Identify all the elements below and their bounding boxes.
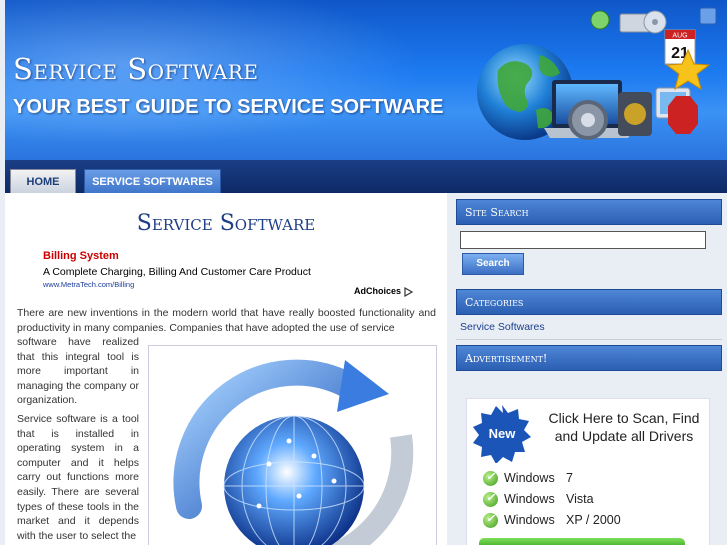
windows-row: WindowsXP / 2000 [483, 512, 621, 531]
ad-headline: Click Here to Scan, Find and Update all … [548, 410, 700, 444]
article-paragraph: Service software is a tool that is insta… [17, 413, 139, 542]
ad-title-link[interactable]: Billing System [43, 250, 119, 262]
windows-row: WindowsVista [483, 491, 594, 510]
check-icon [483, 512, 498, 529]
check-icon [483, 470, 498, 487]
new-badge-icon: New [473, 405, 531, 463]
adchoices-icon [403, 286, 413, 297]
page-title: Service Software [136, 211, 316, 236]
sync-globe-icon [173, 359, 414, 545]
windows-row: Windows7 [483, 470, 573, 489]
ad-cta-bar[interactable] [479, 538, 685, 545]
driver-ad-banner[interactable]: New Click Here to Scan, Find and Update … [466, 398, 710, 545]
search-input[interactable] [460, 231, 706, 249]
categories-heading: Categories [456, 289, 722, 315]
device-icon [699, 7, 717, 25]
article-paragraph: software have realized that this integra… [17, 336, 139, 407]
tab-service-softwares[interactable]: SERVICE SOFTWARES [84, 169, 221, 194]
adchoices-label: AdChoices [354, 286, 402, 296]
ad-url-link[interactable]: www.MetraTech.com/Billing [43, 280, 134, 289]
search-button[interactable]: Search [462, 253, 524, 275]
article-image [148, 345, 437, 545]
header-globe-illustration: AUG 21 [477, 7, 717, 140]
site-title[interactable]: Service Software [13, 52, 258, 86]
site-search-heading: Site Search [456, 199, 722, 225]
sidebar: Site Search Search Categories Service So… [452, 193, 727, 545]
site-tagline: YOUR BEST GUIDE TO SERVICE SOFTWARE [13, 96, 444, 118]
advertisement-heading: Advertisement! [456, 345, 722, 371]
main-content: Service Software Billing System A Comple… [5, 193, 447, 545]
calendar-month: AUG [672, 33, 687, 40]
refresh-icon [590, 10, 610, 30]
ad-description: A Complete Charging, Billing And Custome… [43, 266, 311, 278]
divider [456, 339, 722, 340]
category-link-service-softwares[interactable]: Service Softwares [460, 321, 545, 333]
stop-sign-icon [668, 96, 698, 134]
article-paragraph: There are new inventions in the modern w… [17, 307, 436, 334]
tab-home[interactable]: HOME [10, 169, 76, 194]
check-icon [483, 491, 498, 508]
new-badge-label: New [489, 426, 517, 441]
adchoices-link[interactable]: AdChoices [354, 286, 413, 297]
site-header: Service Software YOUR BEST GUIDE TO SERV… [5, 0, 727, 160]
main-nav: HOME SERVICE SOFTWARES [5, 160, 727, 194]
page: Service Software YOUR BEST GUIDE TO SERV… [0, 0, 727, 545]
